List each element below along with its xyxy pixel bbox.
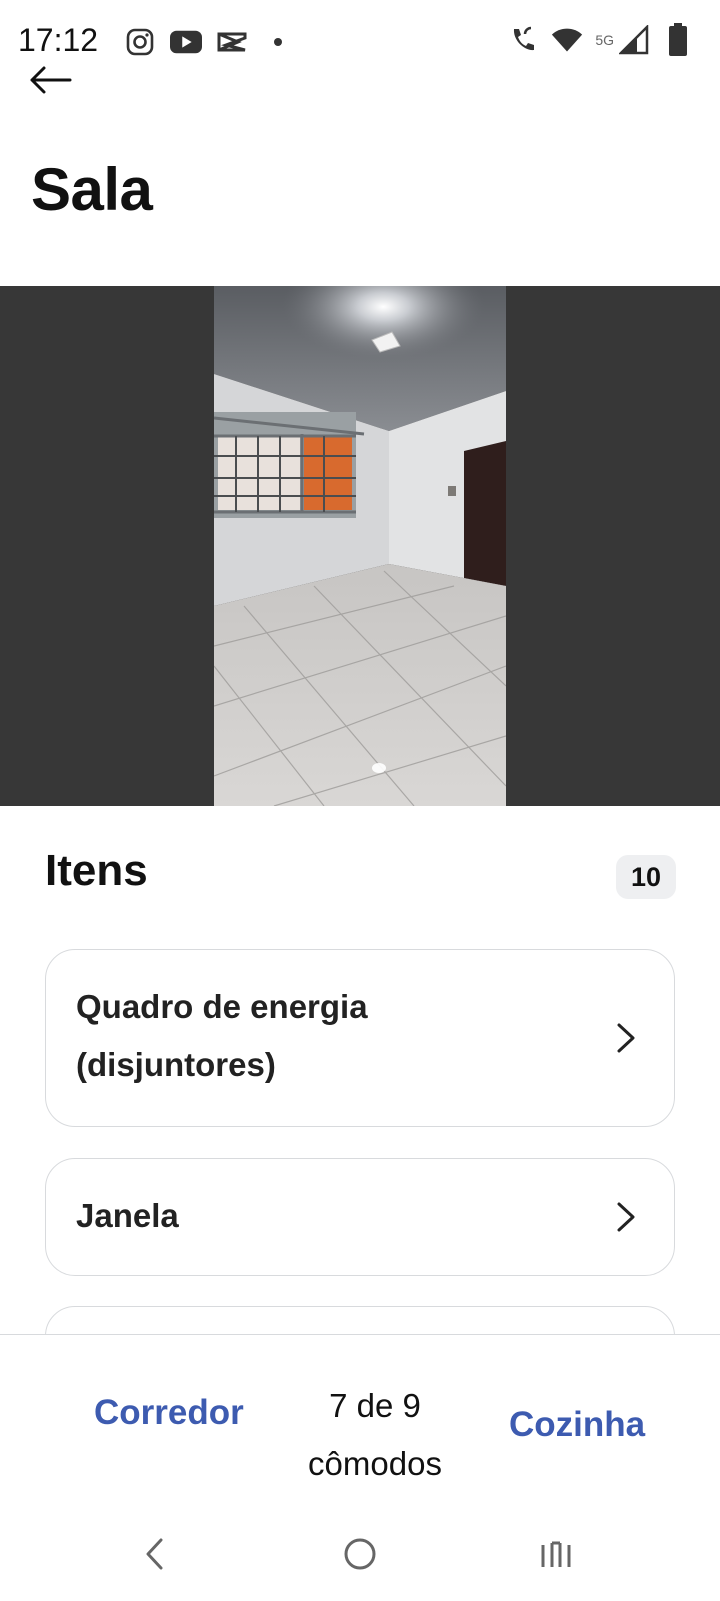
room-progress: 7 de 9 cômodos [280,1377,470,1493]
capcut-icon [216,26,248,58]
recents-nav-icon[interactable] [534,1532,578,1576]
item-label: Janela [76,1197,179,1234]
system-status-icons: 5G [507,23,694,56]
item-label-line: Quadro de energia [76,988,368,1025]
chevron-right-icon [614,1201,638,1233]
battery-icon [662,23,694,56]
room-photo[interactable] [214,286,506,806]
back-button[interactable] [28,62,76,102]
photo-viewer[interactable] [0,286,720,806]
chevron-right-icon [614,1022,638,1054]
progress-unit: cômodos [308,1445,442,1482]
system-navigation-bar [0,1510,720,1600]
list-item[interactable]: Quadro de energia (disjuntores) [45,949,675,1127]
progress-count: 7 de 9 [329,1387,421,1424]
previous-room-button[interactable]: Corredor [94,1393,244,1433]
list-item[interactable]: Janela [45,1158,675,1276]
wifi-icon [551,24,583,56]
back-nav-icon[interactable] [133,1532,177,1576]
item-label-line: (disjuntores) [76,1046,276,1083]
next-room-button[interactable]: Cozinha [509,1405,645,1445]
signal-icon [618,24,650,56]
status-time: 17:12 [18,22,99,58]
home-nav-icon[interactable] [338,1532,382,1576]
notification-dot-icon [262,26,294,58]
page-title: Sala [31,156,153,223]
wifi-calling-icon [507,24,539,56]
item-label: Quadro de energia (disjuntores) [76,978,546,1094]
items-count-badge: 10 [616,855,676,899]
notification-icons [124,26,294,58]
status-bar: 17:12 5G [0,0,720,80]
youtube-icon [170,26,202,58]
network-type-label: 5G [595,32,614,48]
instagram-icon [124,26,156,58]
items-heading: Itens [45,846,148,895]
arrow-left-icon [28,65,72,100]
